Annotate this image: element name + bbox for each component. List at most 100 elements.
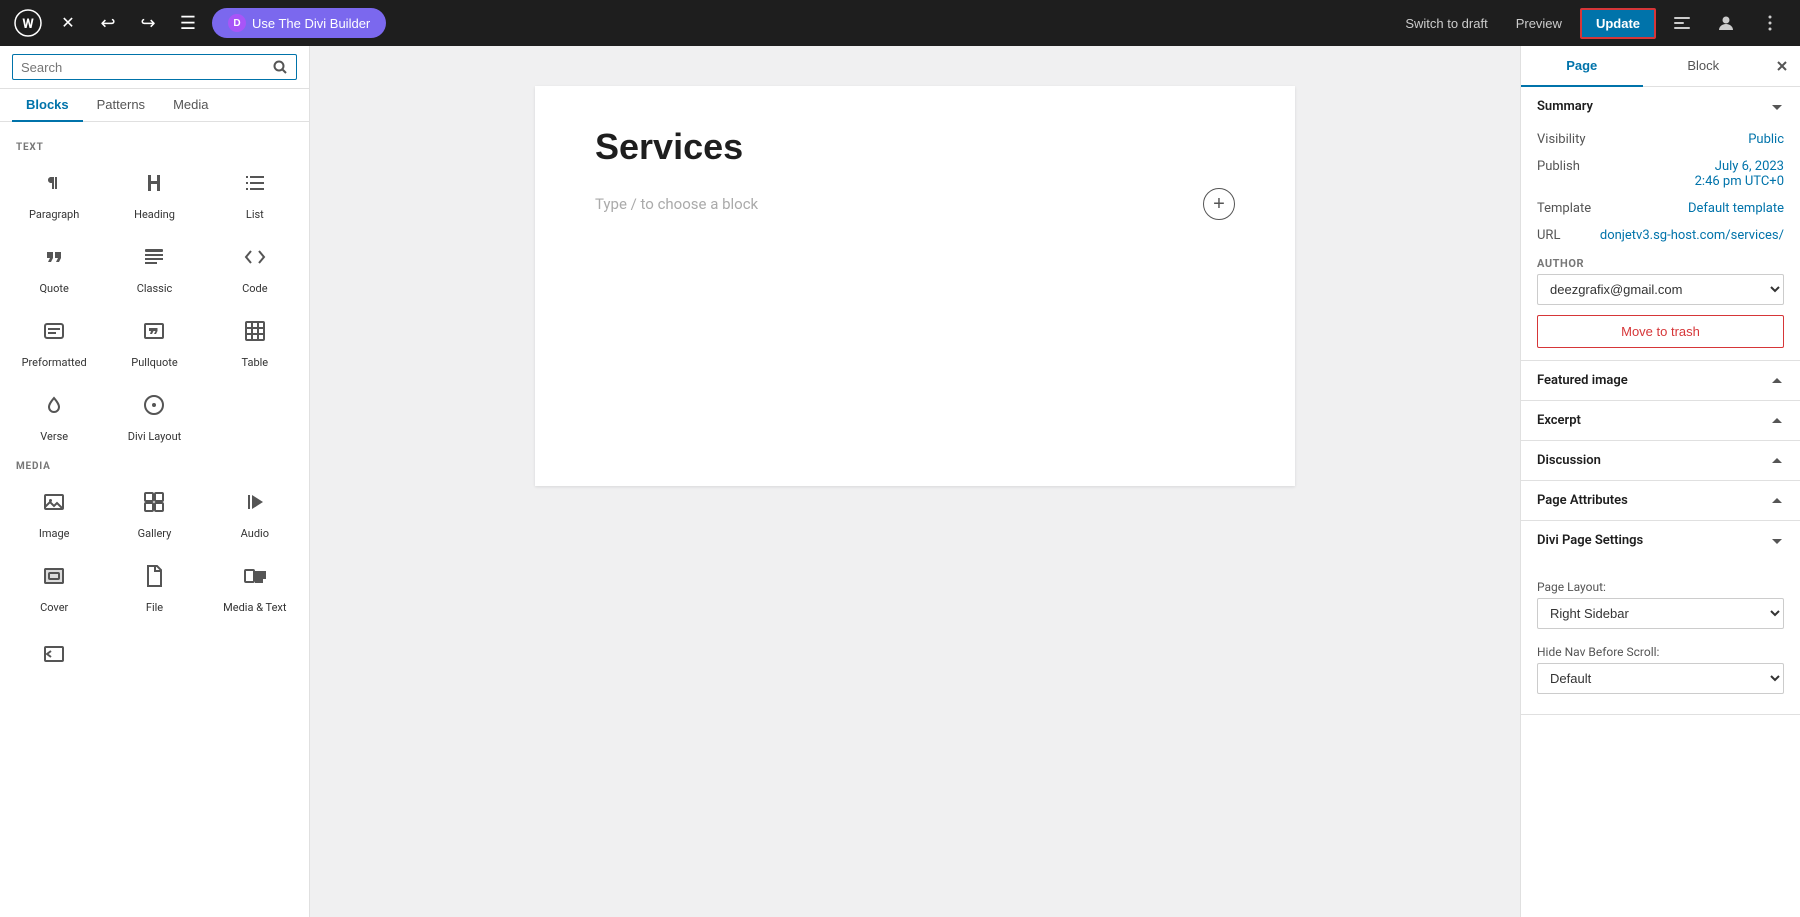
block-gallery[interactable]: Gallery (104, 476, 204, 550)
verse-icon (42, 393, 66, 422)
block-pullquote-label: Pullquote (131, 356, 177, 369)
blocks-list: TEXT Paragraph Heading (0, 122, 309, 917)
close-button[interactable]: ✕ (52, 7, 84, 39)
search-bar (0, 46, 309, 89)
block-cover-label: Cover (40, 601, 68, 614)
template-value[interactable]: Default template (1688, 201, 1784, 216)
hide-nav-select[interactable]: Default Yes No (1537, 663, 1784, 694)
divi-settings-panel-title: Divi Page Settings (1537, 533, 1643, 548)
audio-icon: ♪ (243, 490, 267, 519)
block-file[interactable]: File (104, 550, 204, 624)
summary-panel-toggle[interactable] (1770, 100, 1784, 114)
undo-button[interactable]: ↩ (92, 7, 124, 39)
divi-layout-icon (142, 393, 166, 422)
image-icon (42, 490, 66, 519)
excerpt-panel-toggle[interactable] (1770, 414, 1784, 428)
move-trash-button[interactable]: Move to trash (1537, 315, 1784, 348)
page-attributes-panel-toggle[interactable] (1770, 494, 1784, 508)
panel-summary: Summary Visibility Public Publish July 6… (1521, 87, 1800, 361)
visibility-label: Visibility (1537, 132, 1586, 147)
url-label: URL (1537, 228, 1560, 243)
url-row: URL donjetv3.sg-host.com/services/ (1537, 222, 1784, 249)
right-sidebar-content: Summary Visibility Public Publish July 6… (1521, 87, 1800, 917)
topbar-right: Switch to draft Preview Update (1395, 5, 1788, 41)
block-divi-layout[interactable]: Divi Layout (104, 379, 204, 453)
right-sidebar-tabs: Page Block (1521, 46, 1800, 87)
block-cover[interactable]: Cover (4, 550, 104, 624)
update-button[interactable]: Update (1580, 8, 1656, 39)
embed-icon (42, 642, 66, 671)
search-input[interactable] (21, 60, 266, 75)
list-view-button[interactable]: ☰ (172, 7, 204, 39)
url-value[interactable]: donjetv3.sg-host.com/services/ (1600, 228, 1784, 243)
rtab-block[interactable]: Block (1643, 46, 1765, 87)
text-blocks-grid: Paragraph Heading List (0, 157, 309, 453)
panel-divi-settings-header[interactable]: Divi Page Settings (1521, 521, 1800, 560)
block-verse[interactable]: Verse (4, 379, 104, 453)
featured-image-panel-title: Featured image (1537, 373, 1628, 388)
block-pullquote[interactable]: Pullquote (104, 305, 204, 379)
block-list[interactable]: List (205, 157, 305, 231)
block-audio[interactable]: ♪ Audio (205, 476, 305, 550)
block-embed[interactable] (4, 628, 104, 689)
editor-content: Type / to choose a block + (535, 86, 1295, 486)
left-sidebar: Blocks Patterns Media TEXT Paragraph Hea… (0, 46, 310, 917)
file-icon (142, 564, 166, 593)
more-options-button[interactable] (1752, 5, 1788, 41)
tab-media[interactable]: Media (159, 89, 222, 122)
close-sidebar-button[interactable] (1764, 48, 1800, 84)
visibility-value[interactable]: Public (1748, 132, 1784, 147)
panel-discussion-header[interactable]: Discussion (1521, 441, 1800, 480)
block-media-text[interactable]: Media & Text (205, 550, 305, 624)
block-preformatted[interactable]: Preformatted (4, 305, 104, 379)
block-image[interactable]: Image (4, 476, 104, 550)
featured-image-panel-toggle[interactable] (1770, 374, 1784, 388)
block-audio-label: Audio (241, 527, 269, 540)
user-icon-button[interactable] (1708, 5, 1744, 41)
divi-settings-body: Page Layout: Right Sidebar Left Sidebar … (1521, 560, 1800, 714)
panel-page-attributes: Page Attributes (1521, 481, 1800, 521)
block-classic-label: Classic (137, 282, 173, 295)
redo-button[interactable]: ↪ (132, 7, 164, 39)
divi-builder-button[interactable]: D Use The Divi Builder (212, 8, 386, 38)
visibility-row: Visibility Public (1537, 126, 1784, 153)
divi-settings-panel-toggle[interactable] (1770, 534, 1784, 548)
rtab-page[interactable]: Page (1521, 46, 1643, 87)
svg-text:W: W (22, 17, 34, 32)
page-layout-select[interactable]: Right Sidebar Left Sidebar Full Width No… (1537, 598, 1784, 629)
block-file-label: File (146, 601, 163, 614)
tab-blocks[interactable]: Blocks (12, 89, 83, 122)
block-code[interactable]: Code (205, 231, 305, 305)
switch-draft-button[interactable]: Switch to draft (1395, 10, 1497, 37)
block-heading-label: Heading (134, 208, 175, 221)
block-classic[interactable]: Classic (104, 231, 204, 305)
add-block-button[interactable]: + (1203, 188, 1235, 220)
block-heading[interactable]: Heading (104, 157, 204, 231)
panel-divi-settings: Divi Page Settings Page Layout: Right Si… (1521, 521, 1800, 715)
panel-page-attributes-header[interactable]: Page Attributes (1521, 481, 1800, 520)
gallery-icon (142, 490, 166, 519)
panel-featured-image: Featured image (1521, 361, 1800, 401)
placeholder-text[interactable]: Type / to choose a block (595, 195, 1203, 213)
author-select[interactable]: deezgrafix@gmail.com (1537, 274, 1784, 305)
editor-settings-button[interactable] (1664, 5, 1700, 41)
panel-summary-header[interactable]: Summary (1521, 87, 1800, 126)
preview-button[interactable]: Preview (1506, 10, 1572, 37)
search-icon-button[interactable] (272, 59, 288, 75)
block-list-label: List (246, 208, 264, 221)
block-paragraph[interactable]: Paragraph (4, 157, 104, 231)
summary-panel-title: Summary (1537, 99, 1593, 114)
page-title-input[interactable] (595, 126, 1235, 168)
layout-label: Page Layout: (1537, 580, 1784, 594)
block-quote[interactable]: Quote (4, 231, 104, 305)
publish-value[interactable]: July 6, 2023 2:46 pm UTC+0 (1695, 159, 1784, 189)
discussion-panel-toggle[interactable] (1770, 454, 1784, 468)
tab-patterns[interactable]: Patterns (83, 89, 159, 122)
panel-featured-image-header[interactable]: Featured image (1521, 361, 1800, 400)
block-code-label: Code (242, 282, 267, 295)
template-label: Template (1537, 201, 1591, 216)
block-paragraph-label: Paragraph (29, 208, 79, 221)
block-table[interactable]: Table (205, 305, 305, 379)
panel-discussion: Discussion (1521, 441, 1800, 481)
panel-excerpt-header[interactable]: Excerpt (1521, 401, 1800, 440)
